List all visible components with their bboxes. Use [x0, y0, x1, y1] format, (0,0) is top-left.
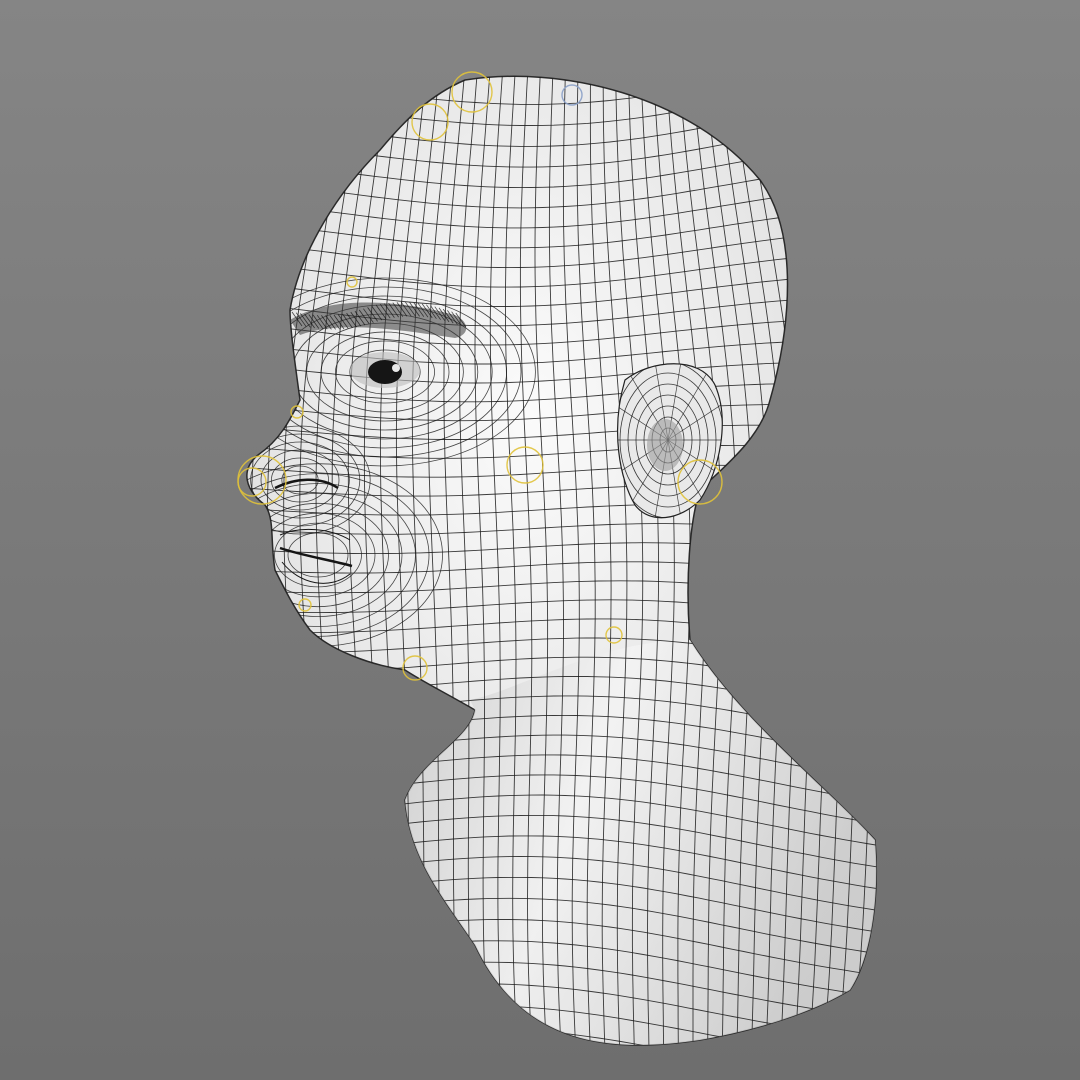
- eyeball: [368, 360, 402, 384]
- eye-highlight: [392, 364, 400, 372]
- ear-canal: [647, 419, 683, 471]
- viewport-canvas[interactable]: [0, 0, 1080, 1080]
- eye: [350, 352, 420, 388]
- 3d-viewport[interactable]: [0, 0, 1080, 1080]
